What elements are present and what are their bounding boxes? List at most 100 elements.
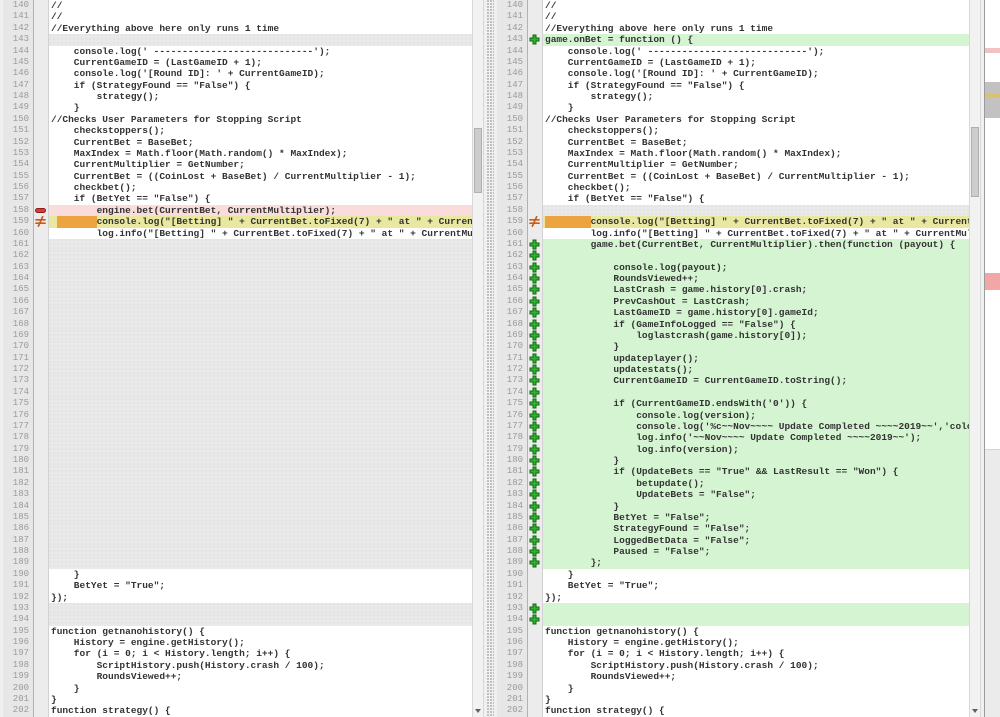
line-text[interactable]: MaxIndex = Math.floor(Math.random() * Ma…: [49, 148, 472, 159]
line-text[interactable]: [49, 523, 472, 534]
line-text[interactable]: //Everything above here only runs 1 time: [543, 23, 969, 34]
line-text[interactable]: strategy();: [49, 91, 472, 102]
line-text[interactable]: if (BetYet == "False") {: [543, 193, 969, 204]
line-text[interactable]: function strategy() {: [49, 705, 472, 716]
line-text[interactable]: [543, 614, 969, 625]
line-text[interactable]: [49, 455, 472, 466]
diff-overview-bar[interactable]: [984, 0, 1000, 717]
line-text[interactable]: });: [49, 592, 472, 603]
line-text[interactable]: console.log('%c~~Nov~~~~ Update Complete…: [543, 421, 969, 432]
line-text[interactable]: [49, 262, 472, 273]
line-text[interactable]: LastCrash = game.history[0].crash;: [543, 284, 969, 295]
line-text[interactable]: //Checks User Parameters for Stopping Sc…: [543, 114, 969, 125]
line-text[interactable]: log.info('~~Nov~~~~ Update Completed ~~~…: [543, 432, 969, 443]
line-text[interactable]: //: [543, 11, 969, 22]
line-text[interactable]: [49, 603, 472, 614]
line-text[interactable]: ScriptHistory.push(History.crash / 100);: [543, 660, 969, 671]
line-text[interactable]: History = engine.getHistory();: [49, 637, 472, 648]
line-text[interactable]: [49, 432, 472, 443]
line-text[interactable]: console.log('[Round ID]: ' + CurrentGame…: [49, 68, 472, 79]
line-text[interactable]: CurrentBet = ((CoinLost + BaseBet) / Cur…: [543, 171, 969, 182]
line-text[interactable]: }: [543, 569, 969, 580]
line-text[interactable]: game.onBet = function () {: [543, 34, 969, 45]
line-text[interactable]: if (CurrentGameID.endsWith('0')) {: [543, 398, 969, 409]
line-text[interactable]: [49, 34, 472, 45]
line-text[interactable]: log.info("[Betting] " + CurrentBet.toFix…: [543, 228, 969, 239]
line-text[interactable]: checkstoppers();: [49, 125, 472, 136]
line-text[interactable]: RoundsViewed++;: [49, 671, 472, 682]
line-text[interactable]: [543, 603, 969, 614]
line-text[interactable]: [543, 387, 969, 398]
line-text[interactable]: CurrentGameID = (LastGameID + 1);: [543, 57, 969, 68]
line-text[interactable]: console.log("[Betting] " + CurrentBet.to…: [49, 216, 472, 227]
line-text[interactable]: }: [543, 694, 969, 705]
line-text[interactable]: if (UpdateBets == "True" && LastResult =…: [543, 466, 969, 477]
line-text[interactable]: [49, 489, 472, 500]
line-text[interactable]: if (BetYet == "False") {: [49, 193, 472, 204]
line-text[interactable]: [49, 421, 472, 432]
line-text[interactable]: }: [543, 501, 969, 512]
line-text[interactable]: strategy();: [543, 91, 969, 102]
line-text[interactable]: }: [543, 455, 969, 466]
line-text[interactable]: }: [543, 102, 969, 113]
line-text[interactable]: };: [543, 557, 969, 568]
line-text[interactable]: betupdate();: [543, 478, 969, 489]
line-text[interactable]: log.info(version);: [543, 444, 969, 455]
line-text[interactable]: [49, 466, 472, 477]
right-scrollbar-thumb[interactable]: [971, 127, 979, 197]
line-text[interactable]: [49, 398, 472, 409]
line-text[interactable]: //: [49, 0, 472, 11]
line-text[interactable]: [49, 444, 472, 455]
line-text[interactable]: //Checks User Parameters for Stopping Sc…: [49, 114, 472, 125]
line-text[interactable]: [49, 614, 472, 625]
line-text[interactable]: [49, 319, 472, 330]
line-text[interactable]: engine.bet(CurrentBet, CurrentMultiplier…: [49, 205, 472, 216]
line-text[interactable]: function getnanohistory() {: [543, 626, 969, 637]
line-text[interactable]: }: [49, 694, 472, 705]
line-text[interactable]: [49, 250, 472, 261]
line-text[interactable]: }: [49, 569, 472, 580]
line-text[interactable]: updateplayer();: [543, 353, 969, 364]
line-text[interactable]: console.log(version);: [543, 410, 969, 421]
line-text[interactable]: }: [49, 683, 472, 694]
line-text[interactable]: BetYet = "True";: [49, 580, 472, 591]
line-text[interactable]: RoundsViewed++;: [543, 273, 969, 284]
line-text[interactable]: [543, 205, 969, 216]
line-text[interactable]: [49, 353, 472, 364]
line-text[interactable]: updatestats();: [543, 364, 969, 375]
line-text[interactable]: [49, 273, 472, 284]
line-text[interactable]: PrevCashOut = LastCrash;: [543, 296, 969, 307]
line-text[interactable]: CurrentGameID = (LastGameID + 1);: [49, 57, 472, 68]
line-text[interactable]: if (StrategyFound == "False") {: [49, 80, 472, 91]
line-text[interactable]: function getnanohistory() {: [49, 626, 472, 637]
left-scrollbar-down-arrow-icon[interactable]: [475, 709, 481, 713]
line-text[interactable]: log.info("[Betting] " + CurrentBet.toFix…: [49, 228, 472, 239]
line-text[interactable]: //: [49, 11, 472, 22]
line-text[interactable]: CurrentBet = BaseBet;: [49, 137, 472, 148]
overview-file-area[interactable]: [985, 0, 1000, 450]
line-text[interactable]: [49, 330, 472, 341]
line-text[interactable]: [49, 364, 472, 375]
left-pane-scrollbar[interactable]: [472, 0, 484, 717]
line-text[interactable]: CurrentMultiplier = GetNumber;: [49, 159, 472, 170]
line-text[interactable]: MaxIndex = Math.floor(Math.random() * Ma…: [543, 148, 969, 159]
line-text[interactable]: [49, 296, 472, 307]
line-text[interactable]: [543, 250, 969, 261]
line-text[interactable]: [49, 410, 472, 421]
line-text[interactable]: console.log(' --------------------------…: [543, 46, 969, 57]
line-text[interactable]: console.log('[Round ID]: ' + CurrentGame…: [543, 68, 969, 79]
line-text[interactable]: //: [543, 0, 969, 11]
line-text[interactable]: }: [543, 683, 969, 694]
line-text[interactable]: game.bet(CurrentBet, CurrentMultiplier).…: [543, 239, 969, 250]
line-text[interactable]: for (i = 0; i < History.length; i++) {: [543, 648, 969, 659]
line-text[interactable]: UpdateBets = "False";: [543, 489, 969, 500]
line-text[interactable]: CurrentBet = ((CoinLost + BaseBet) / Cur…: [49, 171, 472, 182]
line-text[interactable]: [49, 375, 472, 386]
line-text[interactable]: }: [49, 102, 472, 113]
line-text[interactable]: [49, 546, 472, 557]
line-text[interactable]: BetYet = "False";: [543, 512, 969, 523]
line-text[interactable]: [49, 307, 472, 318]
line-text[interactable]: CurrentMultiplier = GetNumber;: [543, 159, 969, 170]
line-text[interactable]: loglastcrash(game.history[0]);: [543, 330, 969, 341]
line-text[interactable]: RoundsViewed++;: [543, 671, 969, 682]
